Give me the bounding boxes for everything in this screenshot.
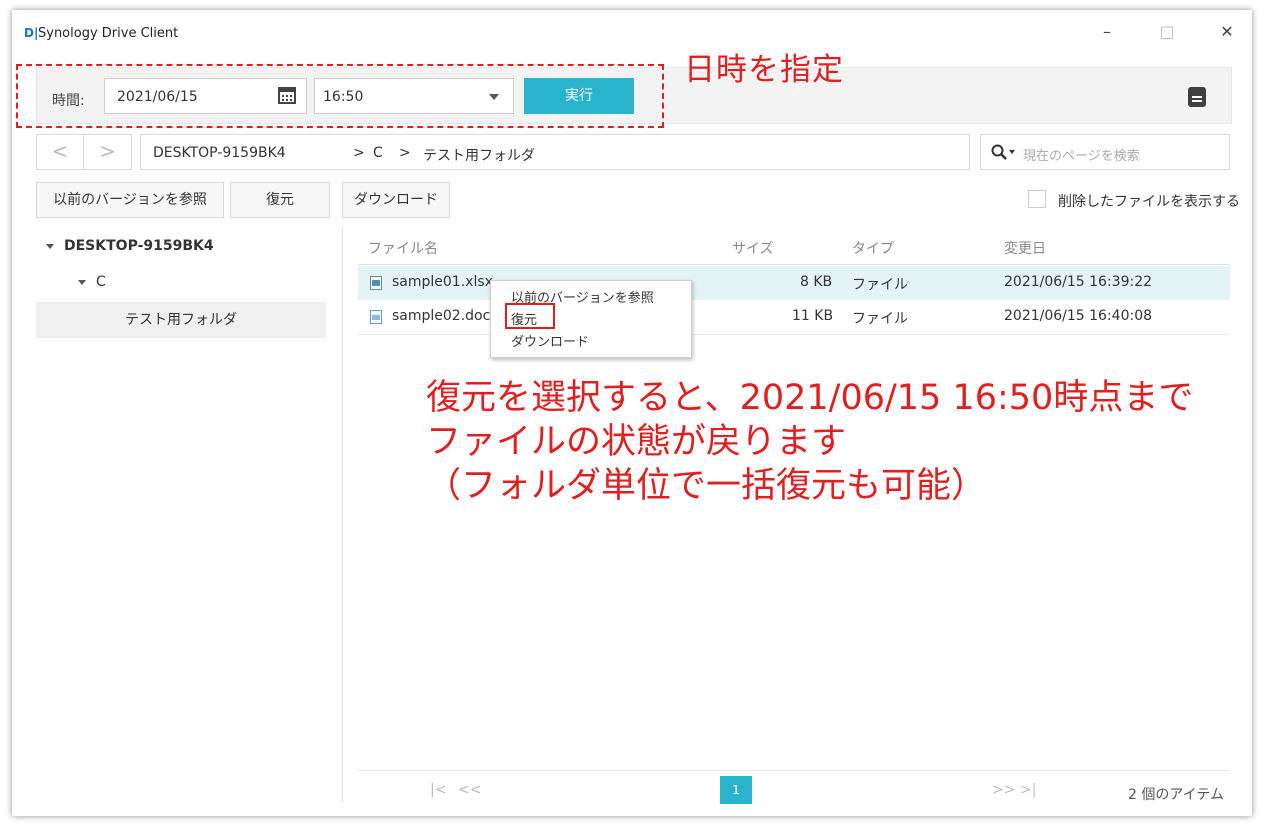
header-divider: [358, 264, 1230, 265]
restore-highlight-box: [505, 303, 555, 329]
window-title: Synology Drive Client: [38, 26, 179, 41]
first-page-button[interactable]: |<: [430, 782, 446, 798]
file-name: sample01.xlsx: [392, 274, 493, 290]
file-size: 8 KB: [800, 274, 833, 290]
prev-page-button[interactable]: <<: [458, 782, 481, 798]
breadcrumb-c[interactable]: C: [373, 145, 383, 161]
show-deleted-label: 削除したファイルを表示する: [1058, 194, 1240, 210]
breadcrumb: DESKTOP-9159BK4 > C > テスト用フォルダ: [140, 134, 970, 170]
context-menu-item-download[interactable]: ダウンロード: [511, 331, 589, 350]
minimize-button[interactable]: –: [1092, 22, 1122, 41]
annotation-line: 復元を選択すると、2021/06/15 16:50時点まで: [426, 378, 1194, 418]
expand-arrow-icon[interactable]: [78, 279, 86, 285]
file-size: 11 KB: [792, 308, 834, 324]
pane-divider: [342, 228, 343, 802]
tree-item-folder[interactable]: テスト用フォルダ: [36, 302, 326, 338]
row-divider: [358, 334, 1230, 335]
show-deleted-checkbox[interactable]: [1028, 190, 1046, 208]
breadcrumb-separator: >: [399, 145, 411, 161]
app-window: D| Synology Drive Client – □ ✕ 時間: 2021/…: [12, 10, 1252, 816]
document-file-icon: [370, 310, 382, 324]
restore-button[interactable]: 復元: [230, 182, 330, 218]
forward-button[interactable]: >: [84, 134, 132, 170]
file-type: ファイル: [852, 311, 908, 327]
expand-arrow-icon[interactable]: [46, 243, 54, 249]
back-button[interactable]: <: [36, 134, 84, 170]
column-header-name[interactable]: ファイル名: [368, 238, 438, 258]
column-header-size[interactable]: サイズ: [732, 238, 774, 258]
last-page-button[interactable]: >|: [1020, 782, 1036, 798]
tree-item-label: DESKTOP-9159BK4: [64, 238, 214, 254]
tree-item-label: C: [96, 274, 106, 290]
tree-item-c[interactable]: C: [78, 274, 106, 290]
item-count: 2 個のアイテム: [1128, 787, 1224, 803]
breadcrumb-folder[interactable]: テスト用フォルダ: [423, 145, 535, 165]
annotation-specify-datetime: 日時を指定: [684, 52, 844, 88]
search-input[interactable]: 現在のページを検索: [980, 134, 1230, 170]
file-modified: 2021/06/15 16:39:22: [1004, 274, 1153, 290]
file-name: sample02.doc: [392, 308, 491, 324]
excel-file-icon: [370, 276, 382, 290]
note-icon[interactable]: [1188, 87, 1206, 107]
datetime-highlight-box: [16, 64, 664, 128]
context-menu: 以前のバージョンを参照 復元 ダウンロード: [490, 280, 692, 358]
maximize-button[interactable]: □: [1152, 22, 1182, 41]
annotation-line: ファイルの状態が戻ります: [426, 422, 847, 462]
pagination-divider: [358, 770, 1230, 771]
column-header-modified[interactable]: 変更日: [1004, 238, 1046, 258]
next-page-button[interactable]: >>: [992, 782, 1015, 798]
close-button[interactable]: ✕: [1212, 22, 1242, 41]
search-placeholder: 現在のページを検索: [1023, 149, 1140, 164]
file-type: ファイル: [852, 277, 908, 293]
search-icon: [991, 144, 1007, 160]
download-button[interactable]: ダウンロード: [342, 182, 450, 218]
annotation-restore-note: 復元を選択すると、2021/06/15 16:50時点まで ファイルの状態が戻り…: [426, 376, 1193, 508]
search-scope-dropdown-icon[interactable]: [1009, 150, 1015, 154]
page-number-current[interactable]: 1: [720, 776, 752, 804]
browse-versions-button[interactable]: 以前のバージョンを参照: [36, 182, 224, 218]
app-logo-icon: D|: [24, 26, 39, 40]
annotation-line: （フォルダ単位で一括復元も可能）: [426, 466, 987, 506]
breadcrumb-root[interactable]: DESKTOP-9159BK4: [153, 145, 286, 161]
column-header-type[interactable]: タイプ: [852, 238, 894, 258]
breadcrumb-separator: >: [353, 145, 365, 161]
file-modified: 2021/06/15 16:40:08: [1004, 308, 1153, 324]
tree-item-root[interactable]: DESKTOP-9159BK4: [46, 238, 214, 254]
